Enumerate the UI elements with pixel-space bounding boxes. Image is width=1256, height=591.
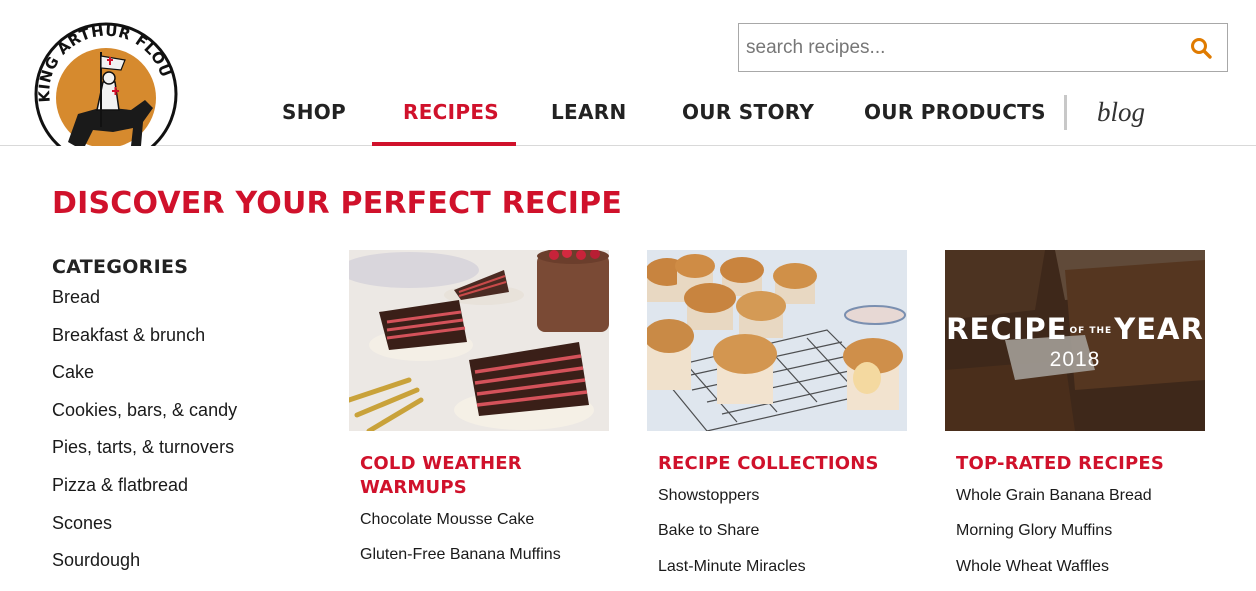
active-tab-indicator [372,142,516,146]
card-links: Whole Grain Banana Bread Morning Glory M… [945,486,1207,591]
card-recipe-collections: RECIPE COLLECTIONS Showstoppers Bake to … [647,250,909,591]
recipe-link[interactable]: Showstoppers [658,486,909,521]
overlay-word-of-the: OF THE [1069,326,1113,336]
card-title[interactable]: COLD WEATHER WARMUPS [349,452,611,500]
categories-heading: CATEGORIES [52,256,189,278]
page-title: DISCOVER YOUR PERFECT RECIPE [52,186,623,221]
search-box [738,23,1228,72]
category-breakfast-brunch[interactable]: Breakfast & brunch [52,325,322,363]
search-input[interactable] [739,24,1179,71]
card-top-rated-recipes: RECIPE OF THEYEAR 2018 TOP-RATED RECIPES … [945,250,1207,591]
category-pies-tarts-turnovers[interactable]: Pies, tarts, & turnovers [52,437,322,475]
nav-shop[interactable]: SHOP [282,100,346,124]
site-header: KING ARTHUR FLOUR SHOP RECIPES LEARN OUR… [0,0,1256,146]
recipe-of-the-year-overlay: RECIPE OF THEYEAR [945,312,1205,346]
categories-list: CATEGORIES Bread Breakfast & brunch Cake… [52,256,322,588]
card-title[interactable]: TOP-RATED RECIPES [945,452,1207,476]
recipe-link[interactable]: Last-Minute Miracles [658,557,909,591]
card-links: Showstoppers Bake to Share Last-Minute M… [647,486,909,591]
recipe-of-the-year-image[interactable]: RECIPE OF THEYEAR 2018 [945,250,1205,431]
recipe-link[interactable]: Chocolate Mousse Cake [360,510,611,545]
nav-blog[interactable]: blog [1097,97,1145,128]
nav-our-products[interactable]: OUR PRODUCTS [864,100,1046,124]
category-bread[interactable]: Bread [52,287,322,325]
category-sourdough[interactable]: Sourdough [52,550,322,588]
recipe-link[interactable]: Morning Glory Muffins [956,521,1207,556]
overlay-word-year: YEAR [1114,312,1204,346]
card-links: Chocolate Mousse Cake Gluten-Free Banana… [349,510,611,581]
nav-learn[interactable]: LEARN [551,100,627,124]
muffins-image[interactable] [647,250,907,431]
category-cake[interactable]: Cake [52,362,322,400]
search-icon[interactable] [1189,36,1213,60]
category-cookies-bars-candy[interactable]: Cookies, bars, & candy [52,400,322,438]
overlay-year: 2018 [1049,348,1101,371]
category-pizza-flatbread[interactable]: Pizza & flatbread [52,475,322,513]
recipe-link[interactable]: Gluten-Free Banana Muffins [360,545,611,580]
nav-recipes[interactable]: RECIPES [403,100,499,124]
overlay-word-recipe: RECIPE [946,312,1068,346]
category-scones[interactable]: Scones [52,513,322,551]
card-cold-weather-warmups: COLD WEATHER WARMUPS Chocolate Mousse Ca… [349,250,611,581]
king-arthur-logo[interactable]: KING ARTHUR FLOUR [33,22,179,146]
recipe-link[interactable]: Whole Wheat Waffles [956,557,1207,591]
layer-cake-image[interactable] [349,250,609,431]
card-title[interactable]: RECIPE COLLECTIONS [647,452,909,476]
recipe-link[interactable]: Whole Grain Banana Bread [956,486,1207,521]
nav-divider [1064,95,1067,130]
nav-our-story[interactable]: OUR STORY [682,100,814,124]
recipe-link[interactable]: Bake to Share [658,521,909,556]
